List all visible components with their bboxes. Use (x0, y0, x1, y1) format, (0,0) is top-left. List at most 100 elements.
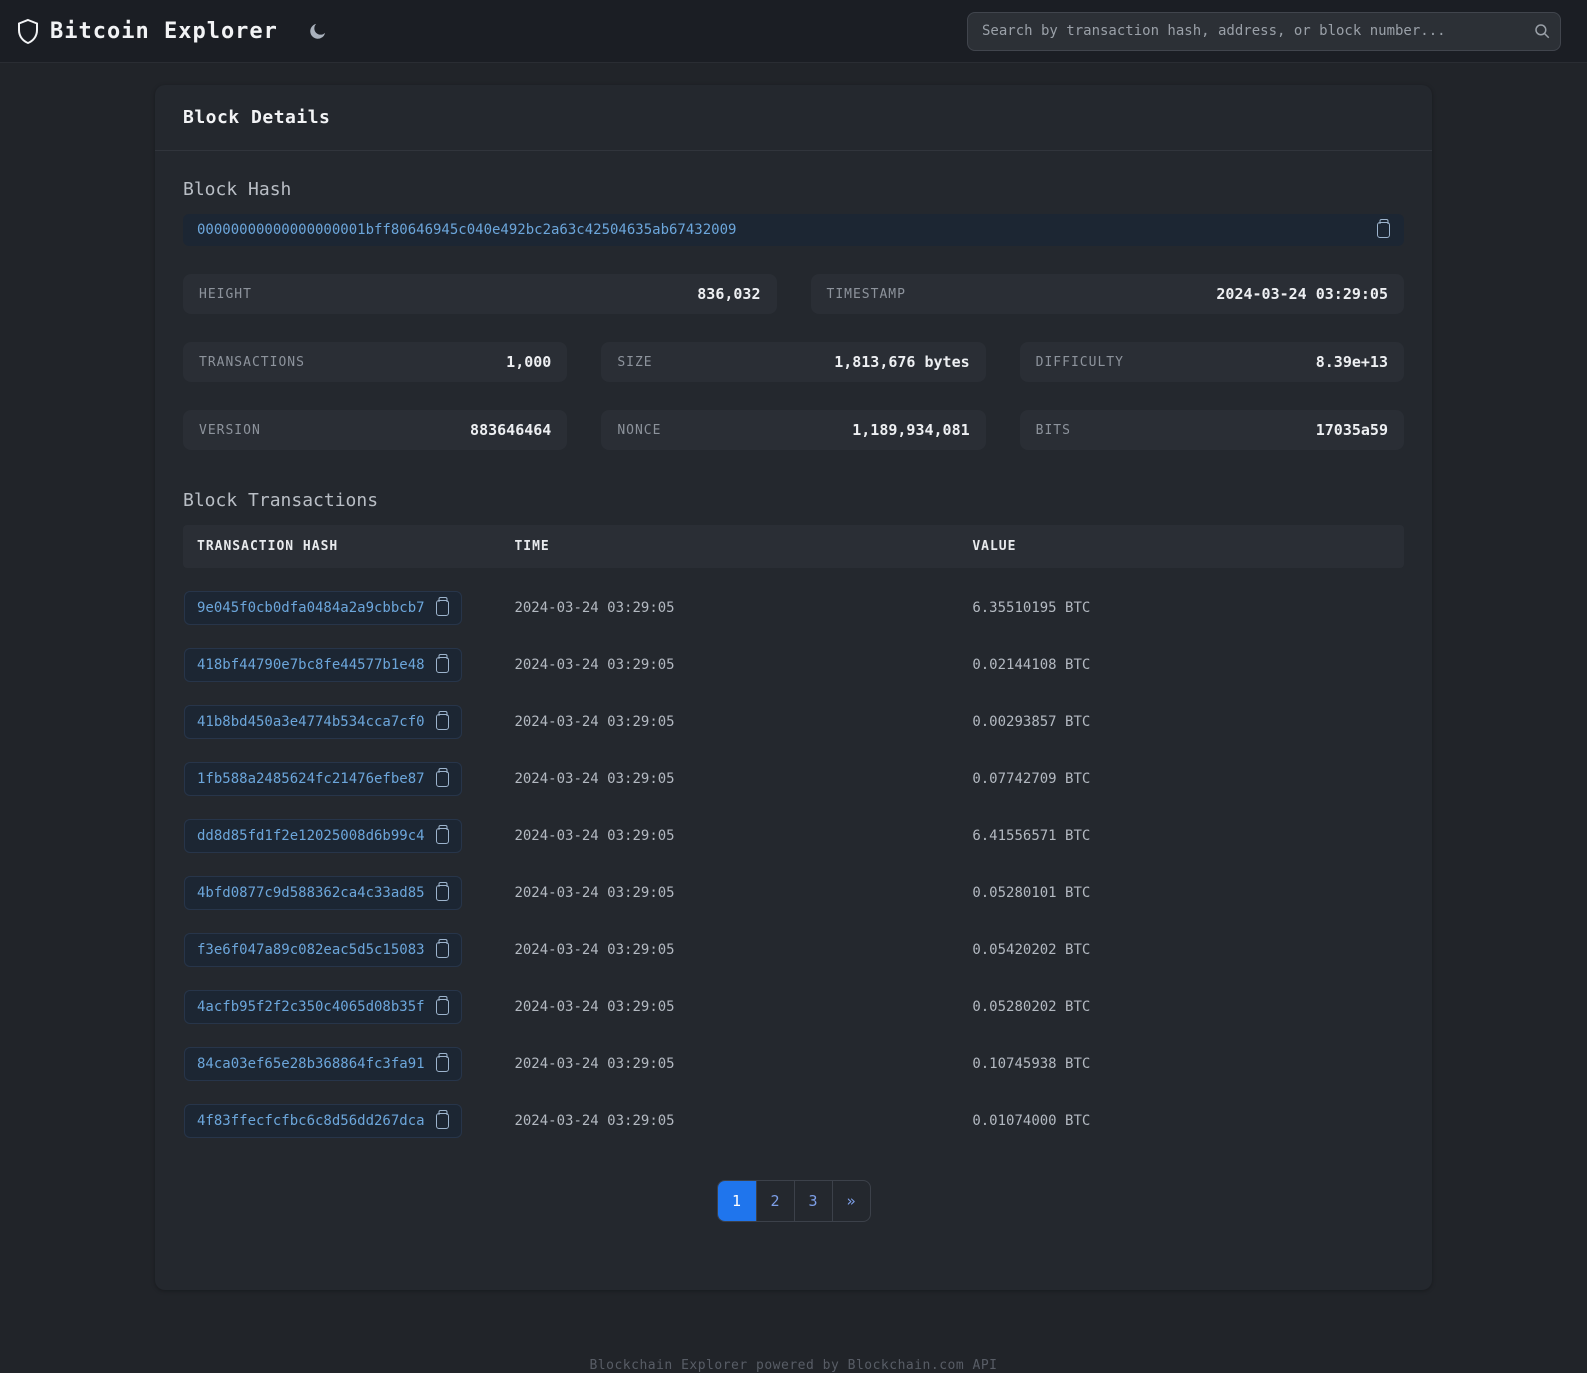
transaction-value: 0.05280101 BTC (972, 885, 1091, 901)
shield-icon (18, 18, 38, 44)
transaction-hash-pill: 1fb588a2485624fc21476efbe87… (184, 762, 462, 796)
stat-transactions: TRANSACTIONS 1,000 (183, 342, 568, 382)
stat-height: HEIGHT 836,032 (183, 274, 777, 314)
table-row: 4bfd0877c9d588362ca4c33ad85… 2024-03-24 … (183, 876, 1404, 910)
transaction-time: 2024-03-24 03:29:05 (514, 714, 675, 730)
table-row: 9e045f0cb0dfa0484a2a9cbbcb7… 2024-03-24 … (183, 591, 1404, 625)
transaction-time: 2024-03-24 03:29:05 (514, 885, 675, 901)
transaction-hash-pill: f3e6f047a89c082eac5d5c15083… (184, 933, 462, 967)
page-next-button[interactable]: » (831, 1181, 870, 1221)
table-row: 41b8bd450a3e4774b534cca7cf0… 2024-03-24 … (183, 705, 1404, 739)
transaction-value: 0.07742709 BTC (972, 771, 1091, 787)
stat-label: DIFFICULTY (1035, 354, 1124, 370)
table-row: 1fb588a2485624fc21476efbe87… 2024-03-24 … (183, 762, 1404, 796)
theme-toggle-button[interactable] (306, 19, 330, 43)
stat-label: HEIGHT (199, 286, 252, 302)
transaction-hash-link[interactable]: dd8d85fd1f2e12025008d6b99c4… (197, 828, 424, 844)
transaction-value: 0.05280202 BTC (972, 999, 1091, 1015)
footer-text: Blockchain Explorer powered by Blockchai… (589, 1358, 998, 1373)
transaction-hash-pill: 4f83ffecfcfbc6c8d56dd267dca… (184, 1104, 462, 1138)
stats-row-2: TRANSACTIONS 1,000 SIZE 1,813,676 bytes … (183, 342, 1404, 382)
stat-label: SIZE (617, 354, 653, 370)
stat-value: 883646464 (470, 421, 552, 439)
brand: Bitcoin Explorer (16, 18, 330, 44)
transaction-hash-link[interactable]: 418bf44790e7bc8fe44577b1e48… (197, 657, 424, 673)
copy-icon[interactable] (436, 771, 449, 787)
stat-label: VERSION (199, 422, 261, 438)
copy-icon[interactable] (436, 1113, 449, 1129)
transaction-hash-pill: 9e045f0cb0dfa0484a2a9cbbcb7… (184, 591, 462, 625)
stat-version: VERSION 883646464 (183, 410, 568, 450)
stat-value: 8.39e+13 (1315, 353, 1388, 371)
stat-value: 2024-03-24 03:29:05 (1216, 285, 1388, 303)
transaction-hash-pill: 84ca03ef65e28b368864fc3fa91… (184, 1047, 462, 1081)
stat-difficulty: DIFFICULTY 8.39e+13 (1019, 342, 1404, 382)
transaction-value: 0.10745938 BTC (972, 1056, 1091, 1072)
transaction-hash-pill: 4bfd0877c9d588362ca4c33ad85… (184, 876, 462, 910)
stat-timestamp: TIMESTAMP 2024-03-24 03:29:05 (810, 274, 1404, 314)
page-button-3[interactable]: 3 (793, 1181, 832, 1221)
stat-value: 1,189,934,081 (852, 421, 970, 439)
table-row: 84ca03ef65e28b368864fc3fa91… 2024-03-24 … (183, 1047, 1404, 1081)
copy-icon[interactable] (436, 657, 449, 673)
stat-value: 1,813,676 bytes (834, 353, 970, 371)
transaction-hash-link[interactable]: 9e045f0cb0dfa0484a2a9cbbcb7… (197, 600, 424, 616)
block-transactions-title: Block Transactions (183, 490, 379, 511)
top-bar: Bitcoin Explorer (0, 0, 1587, 63)
copy-icon[interactable] (436, 885, 449, 901)
transaction-value: 0.02144108 BTC (972, 657, 1091, 673)
stat-label: TRANSACTIONS (199, 354, 305, 370)
transaction-hash-pill: dd8d85fd1f2e12025008d6b99c4… (184, 819, 462, 853)
table-row: f3e6f047a89c082eac5d5c15083… 2024-03-24 … (183, 933, 1404, 967)
transaction-hash-link[interactable]: 4bfd0877c9d588362ca4c33ad85… (197, 885, 424, 901)
transactions-table: TRANSACTION HASH TIME VALUE 9e045f0cb0df… (183, 525, 1404, 1138)
block-hash-label: Block Hash (183, 179, 292, 200)
table-row: 418bf44790e7bc8fe44577b1e48… 2024-03-24 … (183, 648, 1404, 682)
search-input[interactable] (967, 11, 1561, 51)
stat-value: 17035a59 (1315, 421, 1388, 439)
stat-bits: BITS 17035a59 (1019, 410, 1404, 450)
copy-icon[interactable] (436, 828, 449, 844)
transaction-time: 2024-03-24 03:29:05 (514, 828, 675, 844)
copy-icon[interactable] (436, 942, 449, 958)
column-header-value: VALUE (972, 539, 1017, 554)
stat-size: SIZE 1,813,676 bytes (601, 342, 986, 382)
transaction-time: 2024-03-24 03:29:05 (514, 1056, 675, 1072)
transaction-hash-link[interactable]: 41b8bd450a3e4774b534cca7cf0… (197, 714, 424, 730)
table-row: 4acfb95f2f2c350c4065d08b35f… 2024-03-24 … (183, 990, 1404, 1024)
stat-label: TIMESTAMP (826, 286, 906, 302)
search-icon (1535, 24, 1550, 39)
copy-icon[interactable] (1377, 222, 1390, 238)
card-body: Block Hash 00000000000000000001bff806469… (155, 151, 1432, 1290)
moon-icon (310, 23, 326, 39)
page-title: Block Details (183, 107, 331, 128)
pagination: 1 2 3 » (183, 1180, 1404, 1262)
transaction-time: 2024-03-24 03:29:05 (514, 1113, 675, 1129)
copy-icon[interactable] (436, 600, 449, 616)
transaction-hash-pill: 41b8bd450a3e4774b534cca7cf0… (184, 705, 462, 739)
transaction-value: 0.05420202 BTC (972, 942, 1091, 958)
stat-label: BITS (1035, 422, 1071, 438)
transaction-hash-link[interactable]: 4acfb95f2f2c350c4065d08b35f… (197, 999, 424, 1015)
stats-row-1: HEIGHT 836,032 TIMESTAMP 2024-03-24 03:2… (183, 274, 1404, 314)
stat-label: NONCE (617, 422, 662, 438)
page-button-2[interactable]: 2 (755, 1181, 794, 1221)
table-header-row: TRANSACTION HASH TIME VALUE (183, 525, 1404, 568)
table-row: 4f83ffecfcfbc6c8d56dd267dca… 2024-03-24 … (183, 1104, 1404, 1138)
transaction-hash-link[interactable]: f3e6f047a89c082eac5d5c15083… (197, 942, 424, 958)
transaction-time: 2024-03-24 03:29:05 (514, 999, 675, 1015)
copy-icon[interactable] (436, 714, 449, 730)
search-container (967, 11, 1561, 51)
transaction-time: 2024-03-24 03:29:05 (514, 771, 675, 787)
transaction-hash-link[interactable]: 84ca03ef65e28b368864fc3fa91… (197, 1056, 424, 1072)
page-button-1[interactable]: 1 (717, 1181, 756, 1221)
pagination-group: 1 2 3 » (716, 1180, 871, 1222)
transaction-value: 6.35510195 BTC (972, 600, 1091, 616)
transaction-hash-link[interactable]: 1fb588a2485624fc21476efbe87… (197, 771, 424, 787)
stat-value: 1,000 (506, 353, 552, 371)
block-details-card: Block Details Block Hash 000000000000000… (155, 85, 1432, 1290)
copy-icon[interactable] (436, 1056, 449, 1072)
copy-icon[interactable] (436, 999, 449, 1015)
app-title: Bitcoin Explorer (50, 18, 278, 44)
transaction-hash-link[interactable]: 4f83ffecfcfbc6c8d56dd267dca… (197, 1113, 424, 1129)
